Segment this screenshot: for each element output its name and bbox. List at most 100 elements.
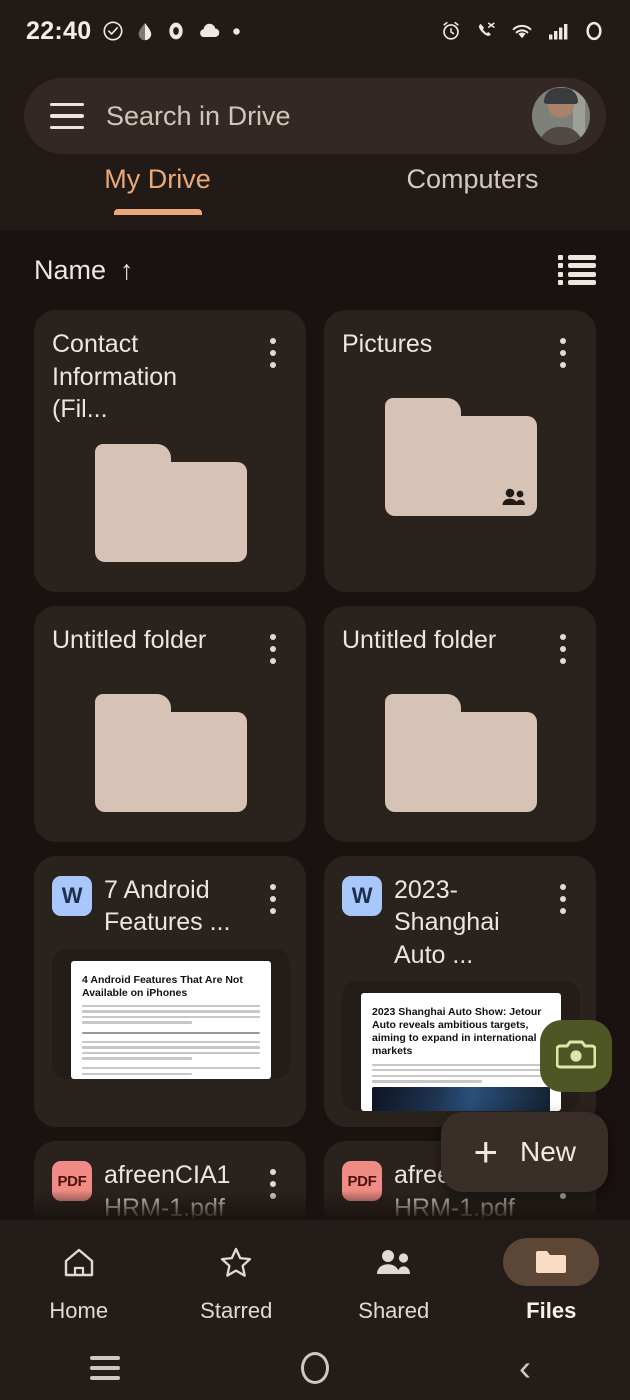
search-bar[interactable]: Search in Drive [24,78,606,154]
new-fab-label: New [519,1136,576,1167]
pdf-document-icon: PDF [52,1161,92,1201]
folder-thumbnail [342,680,580,826]
home-button[interactable] [210,1351,420,1384]
more-options-icon[interactable] [546,874,580,914]
document-thumbnail: 4 Android Features That Are Not Availabl… [52,948,290,1079]
recents-button[interactable] [0,1355,210,1380]
folder-thumbnail [342,384,580,530]
avatar[interactable] [532,87,590,145]
tab-indicator-inactive [429,209,517,215]
folder-icon [385,693,537,812]
word-document-icon: W [52,875,92,916]
more-options-icon[interactable] [256,328,290,368]
preview-title: 2023 Shanghai Auto Show: Jetour Auto rev… [372,1006,542,1058]
folder-icon [385,398,537,516]
nav-item-files[interactable]: Files [473,1237,630,1324]
file-name: Untitled folder [52,625,207,654]
people-icon [346,1238,442,1286]
tab-indicator [113,209,202,215]
status-bar-clock: 22:40 [26,16,92,45]
droplet-icon [135,20,155,42]
chevron-left-icon: ‹ [519,1346,531,1388]
nav-item-files-label: Files [526,1297,577,1323]
sort-label: Name [34,254,107,285]
arrow-up-icon: ↑ [120,254,134,285]
more-options-icon[interactable] [256,874,290,914]
file-card-folder[interactable]: Untitled folder [324,605,596,842]
new-fab-button[interactable]: + New [441,1112,608,1192]
more-options-icon[interactable] [256,1159,290,1199]
search-input[interactable]: Search in Drive [106,101,510,132]
file-card-folder-shared[interactable]: Pictures [324,310,596,592]
check-circle-icon [102,20,124,42]
hamburger-menu-icon[interactable] [50,103,84,129]
drive-app-screen: 22:40 Search in Drive My Drive Computers… [0,0,630,1400]
card-header: Untitled folder [342,624,580,676]
tab-computers-label: Computers [406,164,539,194]
sort-by-name-button[interactable]: Name ↑ [34,255,134,286]
more-options-icon[interactable] [546,624,580,664]
file-card-folder[interactable]: Contact Information (Fil... [34,310,306,592]
more-options-icon[interactable] [546,328,580,368]
nav-item-shared-label: Shared [358,1297,430,1323]
battery-icon [584,20,604,42]
card-header: Untitled folder [52,624,290,676]
nav-item-shared[interactable]: Shared [315,1238,473,1324]
tab-my-drive[interactable]: My Drive [0,164,315,230]
signal-icon [547,21,571,41]
dot-icon [232,27,241,36]
pdf-document-icon: PDF [342,1161,382,1201]
file-card-document[interactable]: W 7 Android Features ... 4 Android Featu… [34,855,306,1127]
people-icon [501,487,527,507]
status-bar-left: 22:40 [26,17,241,46]
nav-item-home-label: Home [49,1297,109,1323]
preview-photo [372,1086,550,1111]
file-name: afreenCIA1HRM-1.pdf [104,1161,231,1222]
folder-icon [503,1237,600,1286]
drive-tabs: My Drive Computers [0,154,630,230]
card-header: W 7 Android Features ... [52,874,290,939]
back-button[interactable]: ‹ [420,1346,630,1388]
plus-icon: + [473,1128,498,1175]
nav-item-starred[interactable]: Starred [158,1238,316,1324]
camera-fab-button[interactable] [540,1020,612,1092]
circle-icon [301,1351,329,1384]
card-header: PDF afreenCIA1HRM-1.pdf [52,1159,290,1224]
preview-title: 4 Android Features That Are Not Availabl… [82,973,243,999]
tab-computers[interactable]: Computers [315,164,630,230]
status-bar: 22:40 [0,0,630,62]
folder-thumbnail [52,430,290,576]
file-name: 7 Android Features ... [104,875,231,937]
folder-icon [95,693,247,812]
file-name: Contact Information (Fil... [52,330,178,423]
record-icon [166,20,186,42]
card-header: W 2023-Shanghai Auto ... [342,874,580,972]
card-header: Contact Information (Fil... [52,328,290,426]
card-header: Pictures [342,328,580,380]
file-name: Untitled folder [342,625,497,654]
wifi-icon [510,21,534,41]
star-icon [188,1238,284,1286]
hamburger-icon [90,1355,120,1380]
document-page-preview: 4 Android Features That Are Not Availabl… [71,960,271,1079]
alarm-icon [440,20,462,42]
cloud-icon [197,22,221,40]
nav-item-home[interactable]: Home [0,1238,158,1324]
file-name: Pictures [342,330,433,358]
folder-icon [95,443,247,562]
status-bar-right [440,20,604,42]
camera-icon [555,1037,597,1076]
sort-bar: Name ↑ [0,230,630,310]
home-icon [31,1238,127,1286]
tab-my-drive-label: My Drive [104,164,211,194]
system-navigation-bar: ‹ [0,1335,630,1400]
document-page-preview: 2023 Shanghai Auto Show: Jetour Auto rev… [361,993,561,1111]
call-mute-icon [475,20,497,42]
list-view-icon[interactable] [558,255,596,285]
file-card-folder[interactable]: Untitled folder [34,605,306,842]
bottom-navigation: Home Starred Shared Files [0,1220,630,1335]
folder-thumbnail [52,680,290,826]
file-name: 2023-Shanghai Auto ... [394,875,500,969]
more-options-icon[interactable] [256,624,290,664]
search-bar-container: Search in Drive [0,62,630,154]
